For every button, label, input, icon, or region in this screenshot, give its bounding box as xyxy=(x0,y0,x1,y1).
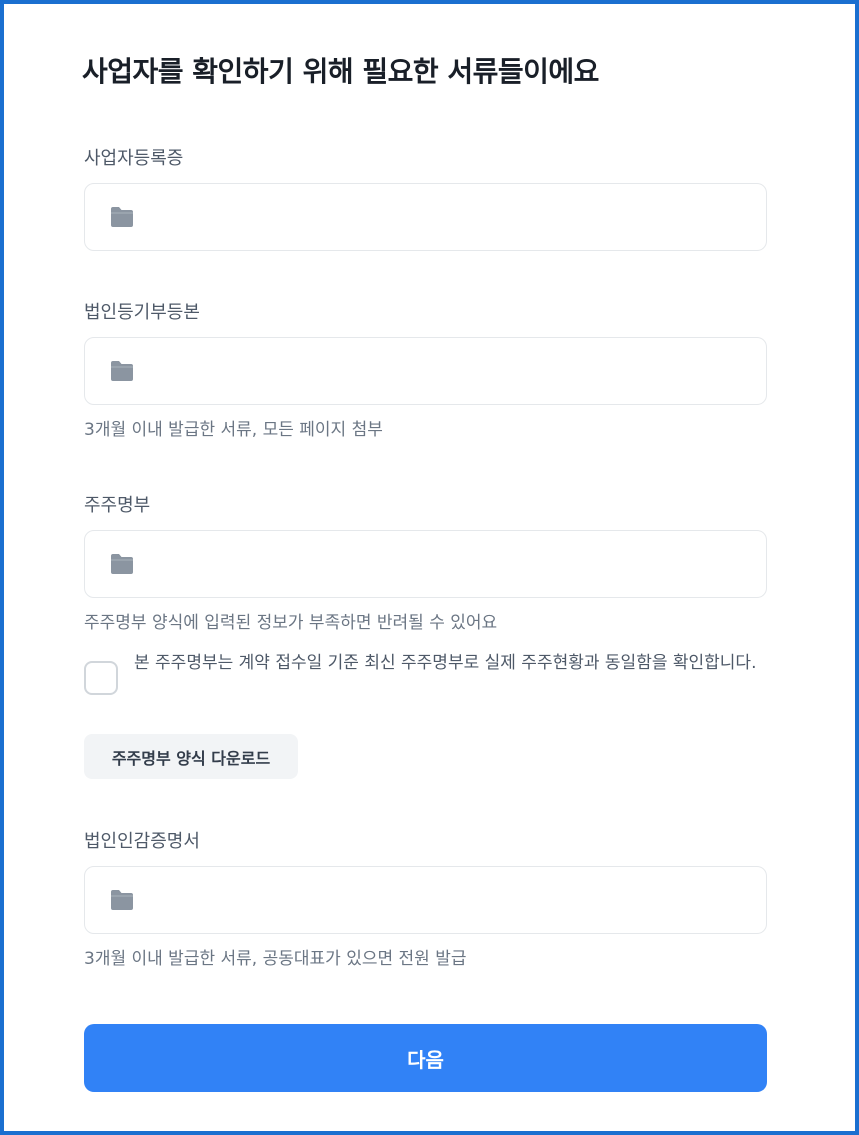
folder-icon xyxy=(111,890,133,910)
folder-icon xyxy=(111,361,133,381)
corporate-registry-label: 법인등기부등본 xyxy=(84,302,200,323)
business-registration-label: 사업자등록증 xyxy=(84,148,184,169)
folder-icon xyxy=(111,207,133,227)
page-title: 사업자를 확인하기 위해 필요한 서류들이에요 xyxy=(82,55,599,88)
next-button[interactable]: 다음 xyxy=(84,1024,767,1092)
shareholder-confirm-text: 본 주주명부는 계약 접수일 기준 최신 주주명부로 실제 주주현황과 동일함을… xyxy=(134,653,757,673)
shareholder-list-label: 주주명부 xyxy=(84,495,151,516)
download-shareholder-template-button[interactable]: 주주명부 양식 다운로드 xyxy=(84,734,298,779)
folder-icon xyxy=(111,554,133,574)
corporate-seal-certificate-label: 법인인감증명서 xyxy=(84,831,200,852)
business-registration-upload-field[interactable] xyxy=(84,183,767,251)
corporate-registry-upload-field[interactable] xyxy=(84,337,767,405)
corporate-registry-hint: 3개월 이내 발급한 서류, 모든 페이지 첨부 xyxy=(84,420,383,440)
shareholder-list-upload-field[interactable] xyxy=(84,530,767,598)
corporate-seal-certificate-upload-field[interactable] xyxy=(84,866,767,934)
document-upload-page: 사업자를 확인하기 위해 필요한 서류들이에요 사업자등록증 법인등기부등본 3… xyxy=(0,0,859,1135)
shareholder-list-hint: 주주명부 양식에 입력된 정보가 부족하면 반려될 수 있어요 xyxy=(84,613,498,633)
corporate-seal-certificate-hint: 3개월 이내 발급한 서류, 공동대표가 있으면 전원 발급 xyxy=(84,949,467,969)
shareholder-confirm-checkbox[interactable] xyxy=(84,661,118,695)
